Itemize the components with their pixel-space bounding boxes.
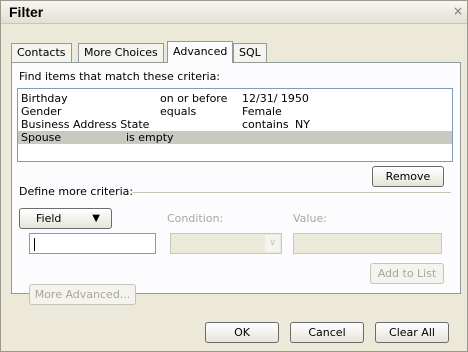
filter-dialog: Filter × Contacts More Choices Advanced … [0,0,468,352]
field-button-label: Field [36,212,62,225]
section-divider [133,192,451,193]
tab-sql[interactable]: SQL [233,43,267,62]
define-criteria-heading: Define more criteria: [19,185,134,198]
criteria-condition: is empty [126,131,174,144]
criteria-condition: contains [242,118,289,131]
value-input[interactable] [293,233,442,254]
chevron-down-icon: ▼ [92,213,100,224]
dialog-title: Filter [9,4,44,20]
clear-all-button[interactable]: Clear All [375,322,449,343]
add-to-list-button[interactable]: Add to List [370,263,444,284]
criteria-heading: Find items that match these criteria: [19,70,221,83]
list-item[interactable]: Birthday on or before 12/31/ 1950 [18,92,452,105]
text-cursor [34,238,35,251]
field-input[interactable] [29,233,156,254]
tab-more-choices[interactable]: More Choices [78,43,164,62]
condition-label: Condition: [167,212,224,225]
tab-contacts[interactable]: Contacts [11,43,72,62]
value-label: Value: [293,212,327,225]
list-item-selected[interactable]: Spouse is empty [18,131,452,144]
condition-select[interactable]: ∨ [170,233,282,254]
close-icon[interactable]: × [451,4,465,18]
criteria-list[interactable]: Birthday on or before 12/31/ 1950 Gender… [17,88,453,162]
criteria-value: NY [295,118,310,131]
criteria-value: Female [242,105,282,118]
criteria-field: Business Address State [21,118,150,131]
chevron-down-icon: ∨ [265,235,280,252]
tab-advanced[interactable]: Advanced [167,41,234,63]
cancel-button[interactable]: Cancel [290,322,364,343]
more-advanced-button[interactable]: More Advanced... [29,284,136,305]
criteria-field: Spouse [21,131,62,144]
list-item[interactable]: Gender equals Female [18,105,452,118]
field-button[interactable]: Field ▼ [19,208,112,229]
ok-button[interactable]: OK [205,322,279,343]
criteria-field: Gender [21,105,62,118]
criteria-field: Birthday [21,92,68,105]
list-item[interactable]: Business Address State contains NY [18,118,452,131]
criteria-value: 12/31/ 1950 [242,92,309,105]
title-bar: Filter × [1,1,467,24]
criteria-condition: equals [160,105,197,118]
remove-button[interactable]: Remove [372,166,444,187]
criteria-condition: on or before [160,92,228,105]
